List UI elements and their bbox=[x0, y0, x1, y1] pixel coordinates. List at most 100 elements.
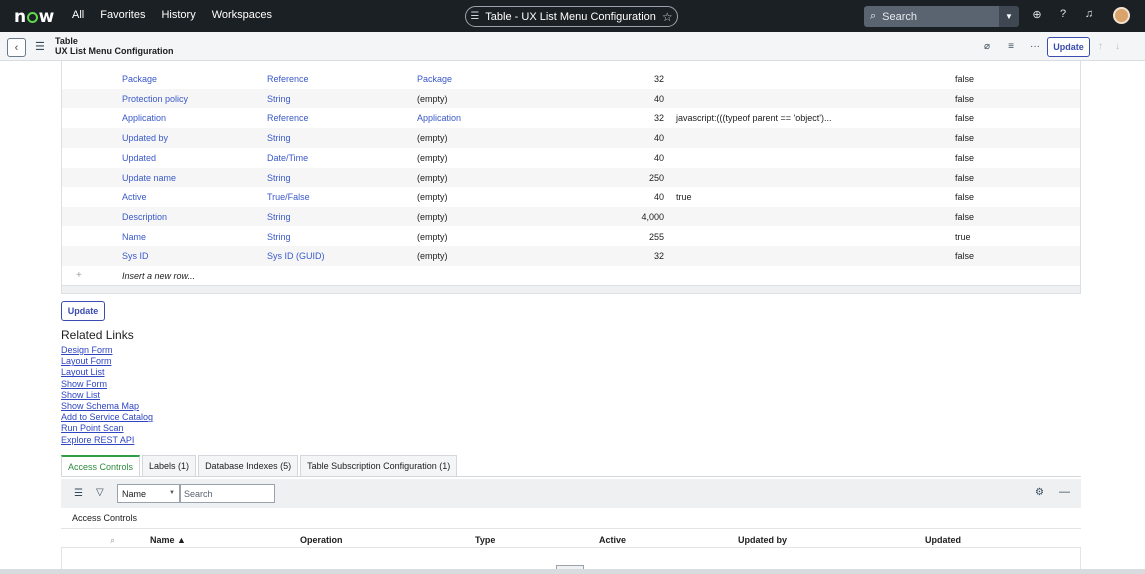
table-row[interactable]: Description String (empty) 4,000 false bbox=[62, 206, 1080, 227]
column-display: false bbox=[955, 152, 975, 163]
column-reference[interactable]: Package bbox=[417, 74, 452, 84]
more-icon[interactable]: ··· bbox=[1028, 41, 1042, 52]
update-button-header[interactable]: Update bbox=[1047, 37, 1090, 57]
table-row[interactable]: Name String (empty) 255 true bbox=[62, 227, 1080, 247]
collapse-icon[interactable]: — bbox=[1059, 486, 1070, 498]
column-type-link[interactable]: String bbox=[267, 173, 291, 183]
related-link[interactable]: Layout List bbox=[61, 367, 153, 378]
table-row[interactable]: Package Reference Package 32 false bbox=[62, 69, 1080, 89]
column-type-link[interactable]: Reference bbox=[267, 74, 309, 84]
col-header-updated-by[interactable]: Updated by bbox=[738, 535, 787, 545]
column-label-link[interactable]: Updated by bbox=[122, 133, 168, 143]
column-label-link[interactable]: Package bbox=[122, 74, 157, 84]
column-type-link[interactable]: String bbox=[267, 232, 291, 242]
menu-icon[interactable]: ☰ bbox=[35, 40, 45, 53]
top-nav-bar: nw All Favorites History Workspaces ☰ Ta… bbox=[0, 0, 1145, 32]
servicenow-logo[interactable]: nw bbox=[14, 7, 54, 27]
global-search-input[interactable]: ⌕ Search bbox=[864, 6, 999, 27]
record-nav-arrows: ↑ ↓ bbox=[1098, 41, 1120, 52]
table-row[interactable]: Active True/False (empty) 40 true false bbox=[62, 187, 1080, 207]
plus-icon: + bbox=[76, 270, 82, 281]
table-row[interactable]: Protection policy String (empty) 40 false bbox=[62, 88, 1080, 109]
table-row[interactable]: Updated Date/Time (empty) 40 false bbox=[62, 148, 1080, 168]
related-link[interactable]: Show Form bbox=[61, 379, 153, 390]
column-max-length: 32 bbox=[653, 251, 664, 262]
column-display: false bbox=[955, 172, 975, 183]
tab-table-subscription[interactable]: Table Subscription Configuration (1) bbox=[300, 455, 458, 476]
column-max-length: 40 bbox=[653, 152, 664, 163]
settings-sliders-icon[interactable]: ≡ bbox=[1004, 41, 1018, 52]
column-label-link[interactable]: Name bbox=[122, 232, 146, 242]
column-label-link[interactable]: Active bbox=[122, 192, 147, 202]
col-header-operation[interactable]: Operation bbox=[300, 535, 343, 545]
column-reference[interactable]: Application bbox=[417, 113, 461, 123]
column-label-link[interactable]: Description bbox=[122, 212, 167, 222]
column-display: false bbox=[955, 93, 975, 104]
back-button[interactable]: ‹ bbox=[7, 38, 26, 57]
related-link[interactable]: Add to Service Catalog bbox=[61, 412, 153, 423]
arrow-up-icon[interactable]: ↑ bbox=[1098, 41, 1103, 52]
table-row[interactable]: Updated by String (empty) 40 false bbox=[62, 128, 1080, 148]
column-type-link[interactable]: String bbox=[267, 94, 291, 104]
acl-search-input[interactable]: Search bbox=[180, 484, 275, 503]
acl-table-body bbox=[61, 548, 1081, 570]
related-link[interactable]: Run Point Scan bbox=[61, 423, 153, 434]
column-type-link[interactable]: String bbox=[267, 133, 291, 143]
col-header-name[interactable]: Name ▲ bbox=[150, 535, 186, 545]
column-type-link[interactable]: String bbox=[267, 212, 291, 222]
filter-icon[interactable]: ▽ bbox=[96, 487, 104, 498]
nav-favorites[interactable]: Favorites bbox=[100, 9, 145, 21]
column-type-link[interactable]: Date/Time bbox=[267, 153, 308, 163]
column-display: false bbox=[955, 251, 975, 262]
column-reference: (empty) bbox=[417, 133, 448, 144]
search-field-select[interactable]: Name ▼ bbox=[117, 484, 180, 503]
help-icon[interactable]: ? bbox=[1056, 8, 1070, 21]
col-header-updated[interactable]: Updated bbox=[925, 535, 961, 545]
related-link[interactable]: Design Form bbox=[61, 345, 153, 356]
related-link[interactable]: Show List bbox=[61, 390, 153, 401]
related-link[interactable]: Show Schema Map bbox=[61, 401, 153, 412]
context-title-pill[interactable]: ☰ Table - UX List Menu Configuration ☆ bbox=[465, 6, 678, 27]
paperclip-icon[interactable]: ⌀ bbox=[980, 41, 994, 52]
search-scope-dropdown[interactable]: ▼ bbox=[999, 6, 1019, 27]
globe-icon[interactable]: ⊕ bbox=[1030, 8, 1044, 21]
menu-icon[interactable]: ☰ bbox=[74, 488, 83, 499]
acl-toolbar: ☰ ▽ Name ▼ Search ⚙ — bbox=[61, 479, 1081, 508]
column-type-link[interactable]: True/False bbox=[267, 192, 310, 202]
column-display: false bbox=[955, 74, 975, 84]
record-title: Table UX List Menu Configuration bbox=[55, 36, 174, 56]
column-label-link[interactable]: Sys ID bbox=[122, 251, 149, 261]
nav-all[interactable]: All bbox=[72, 9, 84, 21]
nav-history[interactable]: History bbox=[161, 9, 195, 21]
table-row[interactable]: Application Reference Application 32 javascr… bbox=[62, 108, 1080, 128]
avatar[interactable] bbox=[1113, 7, 1130, 24]
tab-access-controls[interactable]: Access Controls bbox=[61, 455, 141, 476]
column-type-link[interactable]: Sys ID (GUID) bbox=[267, 251, 325, 261]
search-icon[interactable]: ⌕ bbox=[110, 535, 115, 546]
related-link[interactable]: Layout Form bbox=[61, 356, 153, 367]
table-row[interactable]: Update name String (empty) 250 false bbox=[62, 167, 1080, 188]
star-icon[interactable]: ☆ bbox=[662, 10, 673, 24]
tab-database-indexes[interactable]: Database Indexes (5) bbox=[198, 455, 299, 476]
col-header-active[interactable]: Active bbox=[599, 535, 626, 545]
gear-icon[interactable]: ⚙ bbox=[1035, 487, 1044, 498]
related-link[interactable]: Explore REST API bbox=[61, 435, 153, 446]
column-display: true bbox=[955, 231, 971, 242]
column-type-link[interactable]: Reference bbox=[267, 113, 309, 123]
col-header-type[interactable]: Type bbox=[475, 535, 495, 545]
update-button[interactable]: Update bbox=[61, 301, 105, 321]
column-default-value: true bbox=[676, 192, 692, 203]
column-label-link[interactable]: Updated bbox=[122, 153, 156, 163]
column-label-link[interactable]: Update name bbox=[122, 173, 176, 183]
nav-workspaces[interactable]: Workspaces bbox=[212, 9, 272, 21]
column-max-length: 4,000 bbox=[641, 211, 664, 222]
table-row[interactable]: Sys ID Sys ID (GUID) (empty) 32 false bbox=[62, 246, 1080, 266]
column-label-link[interactable]: Application bbox=[122, 113, 166, 123]
insert-row[interactable]: + Insert a new row... bbox=[62, 266, 1080, 286]
arrow-down-icon[interactable]: ↓ bbox=[1115, 41, 1120, 52]
column-label-link[interactable]: Protection policy bbox=[122, 94, 188, 104]
bell-icon[interactable]: ♫ bbox=[1082, 8, 1096, 21]
column-max-length: 250 bbox=[648, 172, 664, 183]
related-lists-tabs: Access Controls Labels (1) Database Inde… bbox=[61, 455, 459, 476]
tab-labels[interactable]: Labels (1) bbox=[142, 455, 197, 476]
